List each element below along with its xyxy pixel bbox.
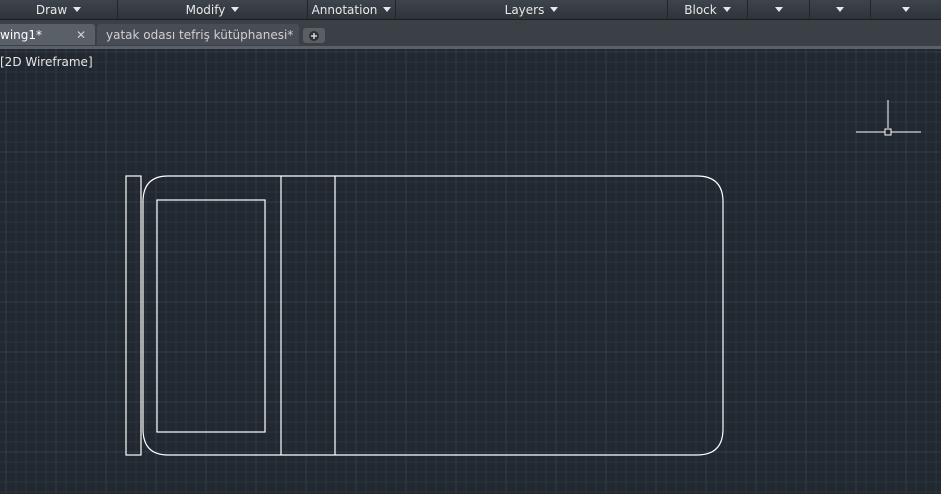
triangle-down-icon xyxy=(550,7,559,12)
pillow-rect[interactable] xyxy=(156,199,266,433)
panel-block-label: Block xyxy=(684,2,717,17)
triangle-down-icon xyxy=(383,7,392,12)
panel-collapsed-3[interactable] xyxy=(871,0,941,19)
triangle-down-icon xyxy=(902,7,910,12)
panel-layers-label: Layers xyxy=(504,2,545,17)
headboard-rect[interactable] xyxy=(125,175,142,456)
panel-annotation[interactable]: Annotation xyxy=(308,0,396,19)
panel-draw-label: Draw xyxy=(35,2,68,17)
panel-collapsed-1[interactable] xyxy=(748,0,810,19)
panel-block[interactable]: Block xyxy=(668,0,748,19)
panel-collapsed-2[interactable] xyxy=(810,0,871,19)
triangle-down-icon xyxy=(231,7,240,12)
tab-yatak-odasi[interactable]: yatak odası tefriş kütüphanesi* xyxy=(97,24,299,45)
panel-modify-label: Modify xyxy=(185,2,226,17)
drawing-canvas xyxy=(125,100,921,456)
new-tab-button[interactable] xyxy=(303,28,325,43)
triangle-down-icon xyxy=(722,7,731,12)
autocad-window: Draw Modify Annotation Layers Block wing… xyxy=(0,0,941,494)
close-icon[interactable]: ✕ xyxy=(76,28,86,42)
tab-drawing1-label: wing1* xyxy=(0,27,43,42)
plus-icon xyxy=(309,30,319,41)
triangle-down-icon xyxy=(73,7,82,12)
panel-modify[interactable]: Modify xyxy=(118,0,308,19)
panel-layers[interactable]: Layers xyxy=(396,0,668,19)
crosshair-icon xyxy=(856,100,921,136)
bed-outline[interactable] xyxy=(142,175,724,456)
document-tab-bar: wing1* ✕ yatak odası tefriş kütüphanesi* xyxy=(0,20,941,46)
triangle-down-icon xyxy=(774,7,783,12)
triangle-down-icon xyxy=(836,7,844,12)
viewport-controls-label[interactable]: [2D Wireframe] xyxy=(0,55,93,69)
panel-draw[interactable]: Draw xyxy=(0,0,118,19)
tab-yatak-odasi-label: yatak odası tefriş kütüphanesi* xyxy=(106,27,294,42)
ribbon-panel-bar: Draw Modify Annotation Layers Block xyxy=(0,0,941,20)
drawing-viewport[interactable]: [2D Wireframe] xyxy=(0,49,941,494)
panel-annotation-label: Annotation xyxy=(311,2,378,17)
tab-drawing1[interactable]: wing1* ✕ xyxy=(0,24,95,45)
